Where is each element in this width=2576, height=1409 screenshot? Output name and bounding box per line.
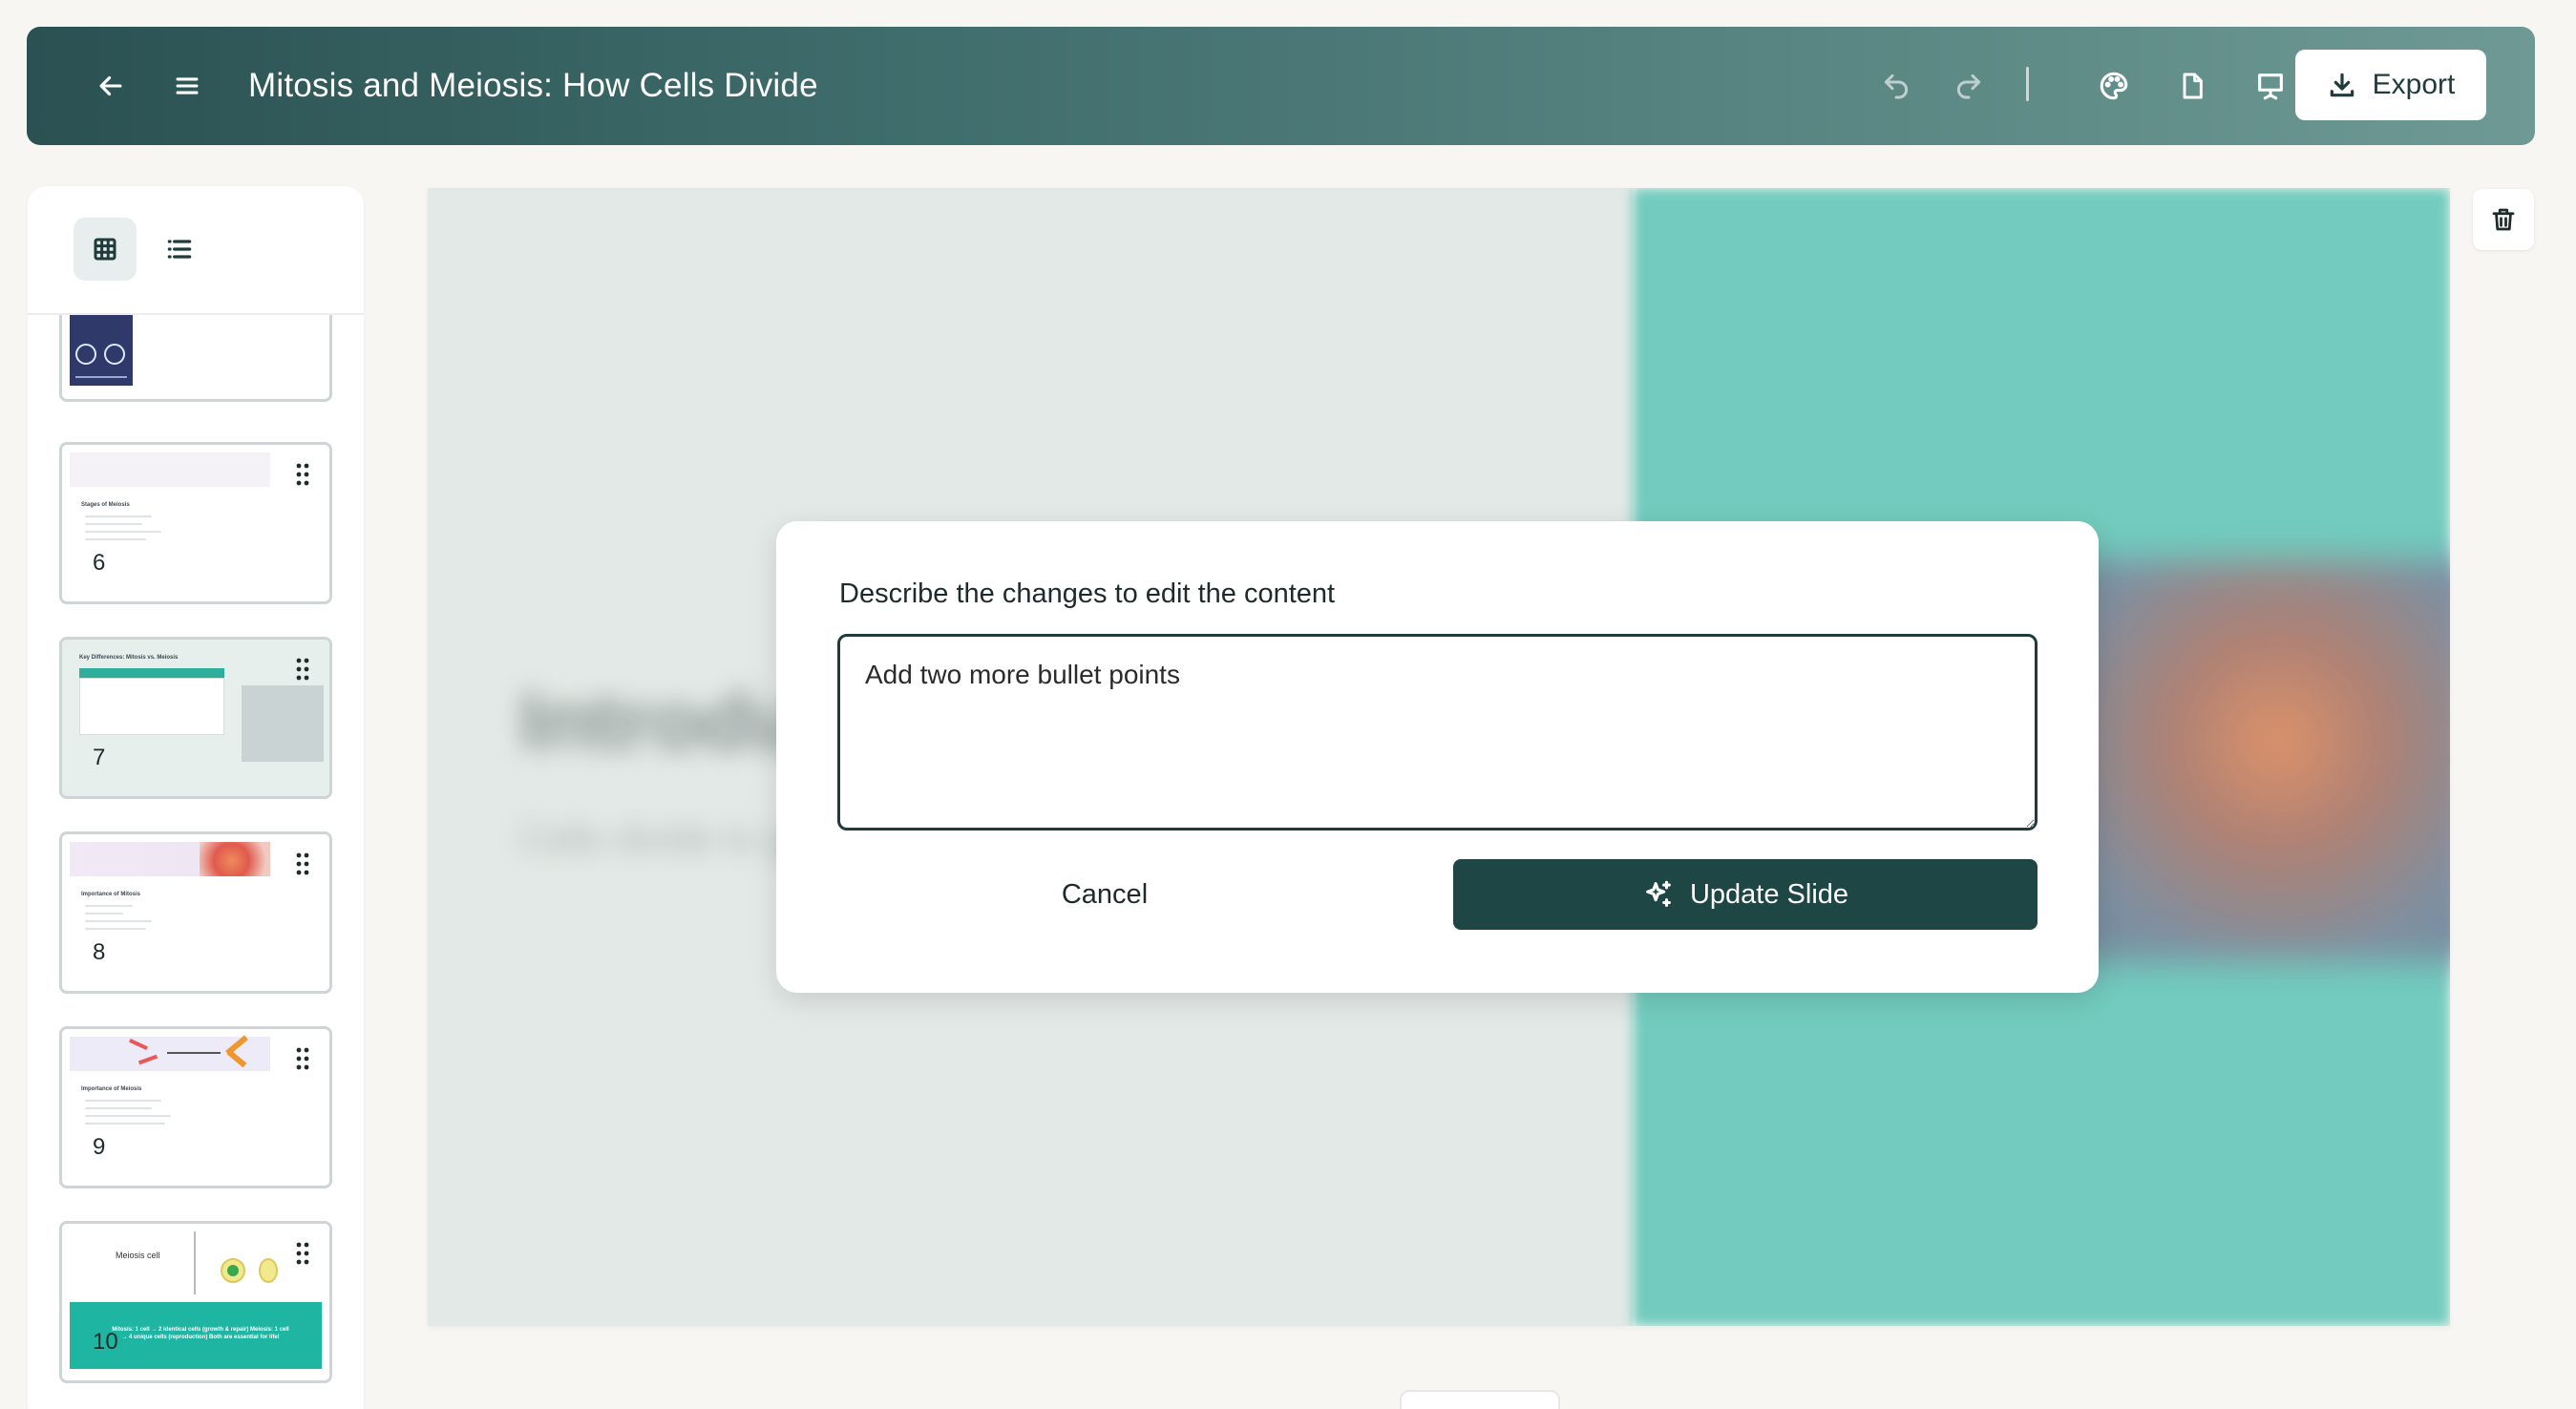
bottom-panel-tab[interactable] [1400,1390,1560,1409]
present-button[interactable] [2248,63,2293,109]
theme-button[interactable] [2091,63,2137,109]
slide-thumbnail[interactable]: Meiosis cell Mitosis: 1 cell → 2 identic… [59,1221,332,1383]
page-layout-button[interactable] [2169,63,2215,109]
thumbnail-title: Stages of Meiosis [81,502,130,508]
present-icon [2258,74,2283,100]
delete-slide-button[interactable] [2473,189,2534,250]
dialog-label: Describe the changes to edit the content [839,578,1336,609]
list-view-button[interactable] [148,218,211,281]
slide-number: 7 [93,745,106,770]
slide-thumbnail[interactable]: Importance of Mitosis 8 [59,831,332,994]
drag-handle-icon[interactable] [295,1046,310,1076]
thumbnail-title: Meiosis cell [116,1251,160,1260]
redo-button[interactable] [1946,63,1992,109]
menu-icon [176,77,199,95]
download-icon [2330,73,2354,97]
grid-view-button[interactable] [74,218,137,281]
thumbnail-banner [70,452,270,487]
slide-thumbnail[interactable]: Stages of Meiosis 6 [59,442,332,604]
undo-icon [1884,74,1909,99]
slide-sidebar: Stages of Meiosis 6 Key Differences: Mit… [28,186,364,1409]
grid-icon [94,238,116,261]
presentation-title[interactable]: Mitosis and Meiosis: How Cells Divide [248,27,818,145]
page-icon [2183,73,2203,99]
slide-thumbnail[interactable]: Key Differences: Mitosis vs. Meiosis 7 [59,637,332,799]
update-slide-button[interactable]: Update Slide [1453,859,2038,930]
slide-number: 8 [93,939,106,965]
edit-instructions-input[interactable]: Add two more bullet points [837,634,2038,831]
top-toolbar: Mitosis and Meiosis: How Cells Divide Ex… [27,27,2535,145]
redo-icon [1956,74,1981,99]
drag-handle-icon[interactable] [295,462,310,492]
thumbnail-title: Key Differences: Mitosis vs. Meiosis [79,655,179,661]
update-slide-label: Update Slide [1689,878,1849,910]
list-icon [167,240,192,259]
drag-handle-icon[interactable] [295,852,310,881]
sidebar-divider [28,313,364,315]
back-button[interactable] [88,63,134,109]
slide-number: 9 [93,1134,106,1160]
palette-icon [2100,72,2128,100]
trash-icon [2492,208,2515,231]
thumbnail-caption: Mitosis: 1 cell → 2 identical cells (gro… [112,1327,289,1340]
menu-button[interactable] [164,63,210,109]
drag-handle-icon[interactable] [295,1241,310,1271]
thumbnail-title: Importance of Mitosis [81,892,141,897]
export-button[interactable]: Export [2295,50,2486,120]
slide-number: 6 [93,550,106,576]
export-label: Export [2372,69,2456,100]
cancel-button[interactable]: Cancel [837,859,1372,930]
edit-content-dialog: Describe the changes to edit the content… [776,521,2099,993]
back-arrow-icon [99,75,122,96]
view-toggle-bar [28,186,364,314]
undo-button[interactable] [1873,63,1919,109]
toolbar-divider [2026,67,2029,101]
slide-thumbnail[interactable]: Importance of Meiosis 9 [59,1026,332,1188]
slide-number: 10 [93,1329,118,1355]
drag-handle-icon[interactable] [295,657,310,686]
sparkle-icon [1646,880,1671,907]
thumbnail-title: Importance of Meiosis [81,1086,142,1092]
